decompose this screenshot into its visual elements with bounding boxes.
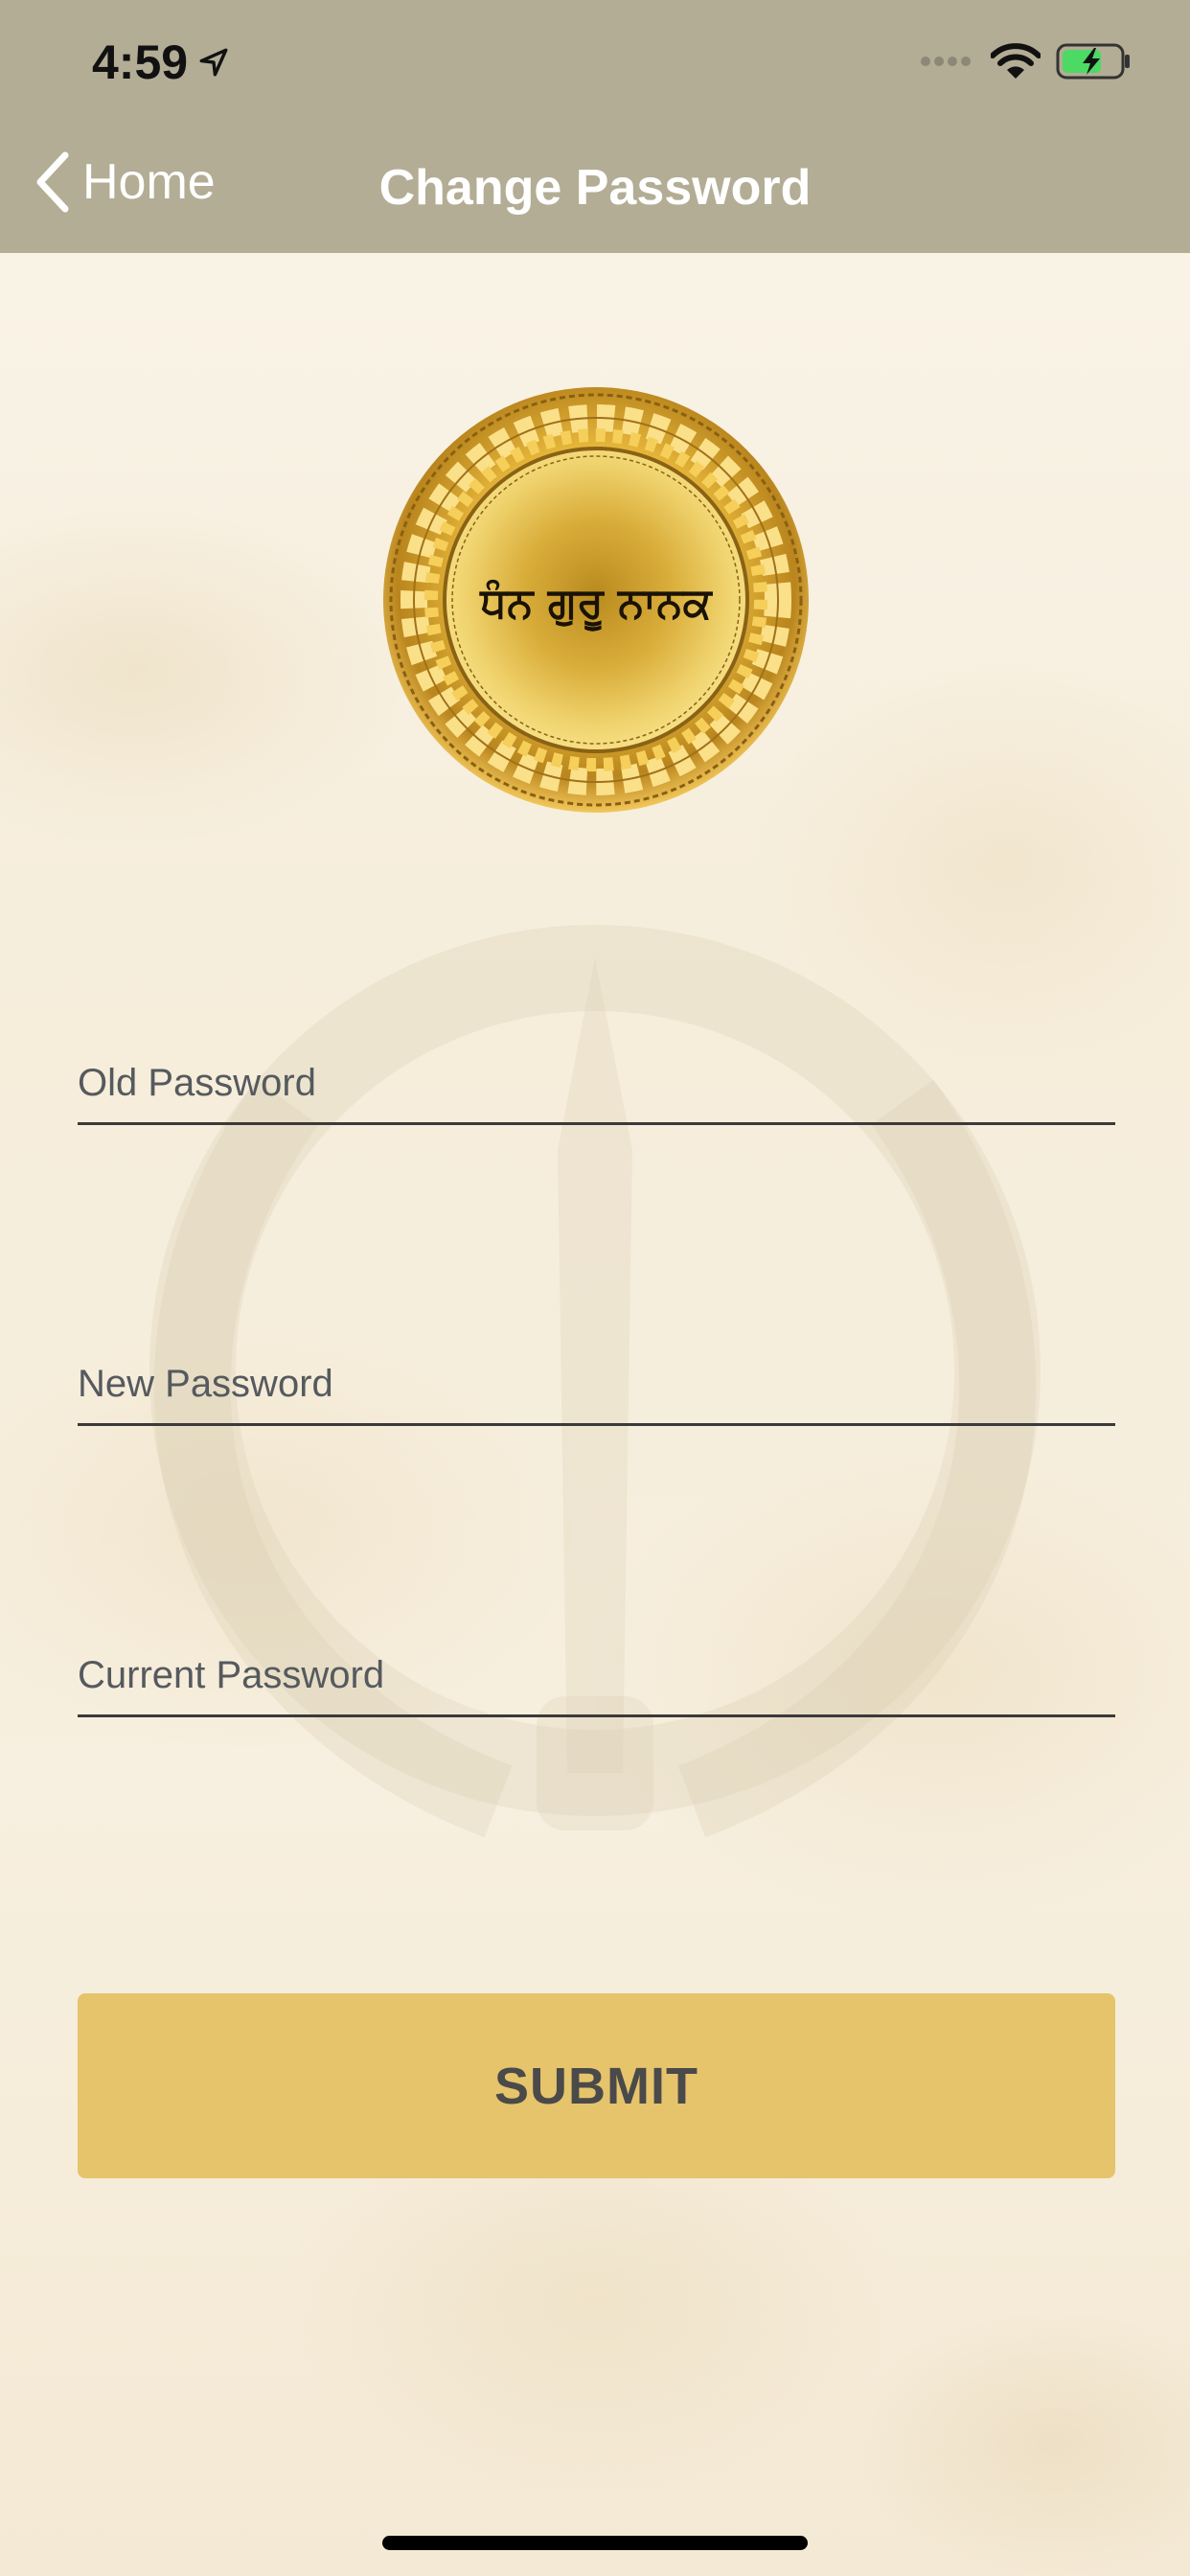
new-password-field[interactable] bbox=[78, 1363, 1115, 1426]
current-password-field[interactable] bbox=[78, 1654, 1115, 1717]
old-password-field[interactable] bbox=[78, 1062, 1115, 1125]
home-indicator bbox=[382, 2536, 808, 2550]
logo-text: ਧੰਨ ਗੁਰੂ ਨਾਨਕ bbox=[478, 579, 713, 632]
navigation-header: 4:59 Home Change Password bbox=[0, 0, 1190, 253]
submit-button[interactable]: SUBMIT bbox=[78, 1993, 1115, 2178]
page-title: Change Password bbox=[378, 160, 812, 216]
old-password-input[interactable] bbox=[78, 1062, 1115, 1122]
current-password-input[interactable] bbox=[78, 1654, 1115, 1714]
dhan-guru-nanak-logo: ਧੰਨ ਗੁਰੂ ਨਾਨਕ bbox=[383, 387, 809, 813]
status-bar-left: 4:59 bbox=[92, 34, 230, 90]
battery-charging-icon bbox=[1056, 43, 1130, 80]
status-time: 4:59 bbox=[92, 35, 189, 89]
wifi-icon bbox=[991, 43, 1041, 79]
location-arrow-icon bbox=[199, 48, 228, 77]
status-bar-right bbox=[920, 42, 1133, 80]
cellular-signal-icon bbox=[921, 57, 971, 66]
new-password-input[interactable] bbox=[78, 1363, 1115, 1423]
